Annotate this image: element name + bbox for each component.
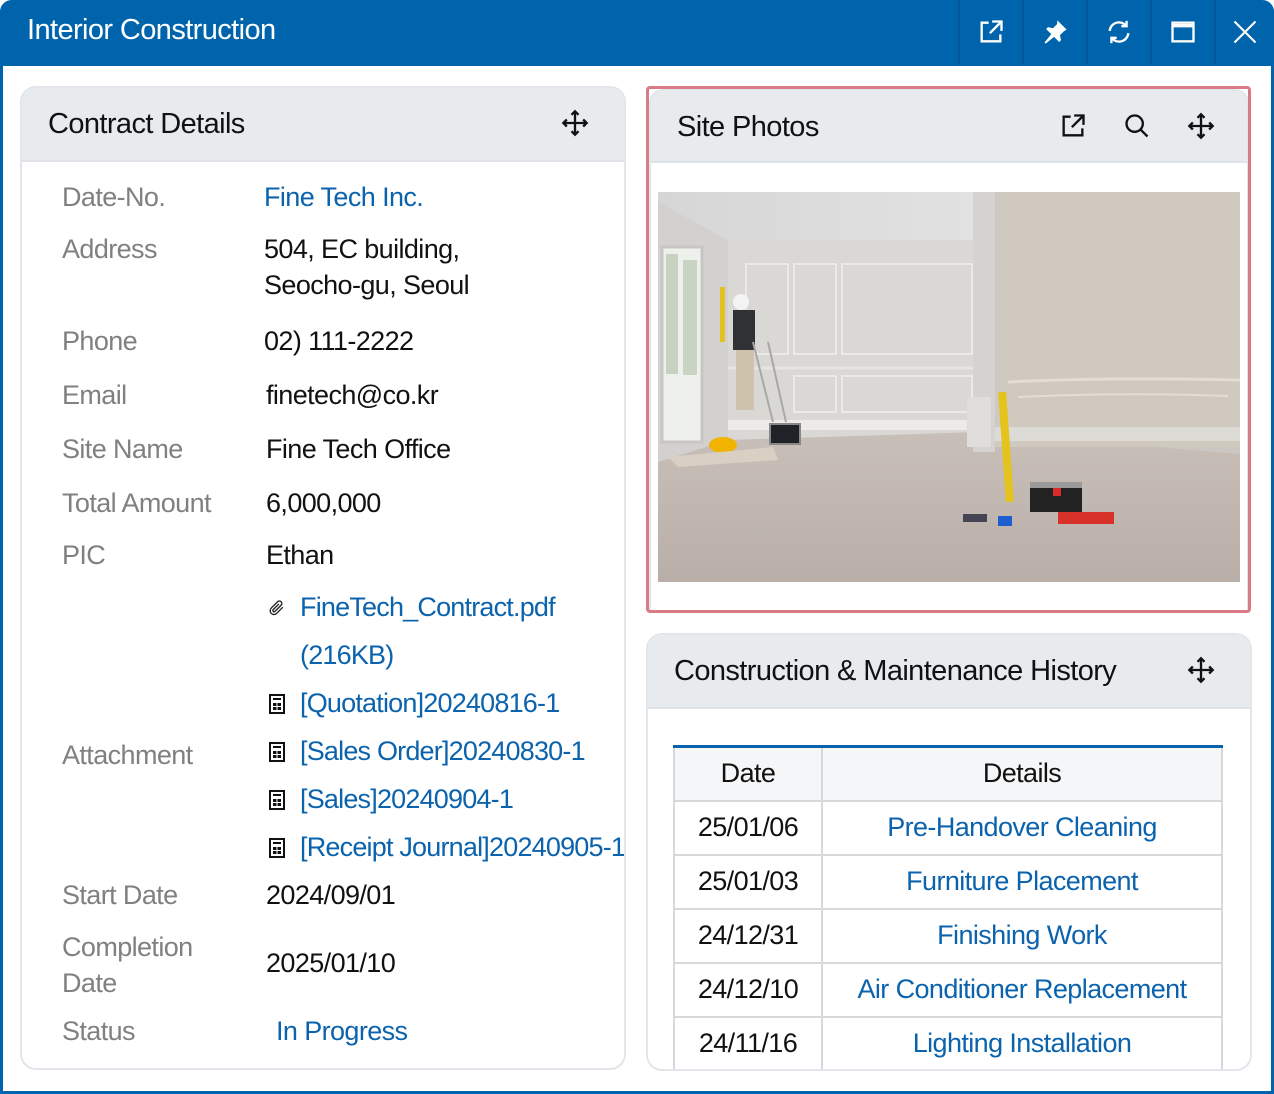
attachment-doc[interactable]: [Sales]20240904-1 — [266, 784, 514, 815]
open-external-icon — [1062, 114, 1085, 137]
field-value: 2025/01/10 — [266, 948, 396, 978]
table-row: 25/01/06 Pre-Handover Cleaning — [673, 799, 1223, 856]
title-bar: Interior Construction — [0, 0, 1274, 66]
field-value: Fine Tech Office — [266, 434, 451, 464]
refresh-icon — [1108, 20, 1130, 44]
history-date: 24/11/16 — [673, 1015, 823, 1069]
document-link[interactable]: [Receipt Journal]20240905-1 — [300, 832, 624, 863]
field-label: Site Name — [62, 434, 183, 464]
field-value: Ethan — [266, 540, 334, 570]
site-photo[interactable] — [658, 192, 1240, 582]
site-photo-illustration — [658, 192, 1240, 582]
attachment-file-size-row: (216KB) — [266, 640, 394, 671]
status-link[interactable]: In Progress — [276, 1016, 408, 1047]
maximize-button[interactable] — [1150, 0, 1214, 64]
column-header-details[interactable]: Details — [821, 746, 1223, 802]
calculator-doc-icon — [266, 789, 288, 810]
field-value: 2024/09/01 — [266, 880, 396, 910]
field-label: Attachment — [62, 740, 193, 770]
paperclip-icon — [266, 597, 288, 619]
panel-header: Contract Details — [22, 88, 624, 162]
move-icon — [561, 109, 589, 137]
history-table: Date Details 25/01/06 Pre-Handover Cleani… — [673, 745, 1223, 1069]
move-handle[interactable] — [560, 108, 590, 138]
field-value: finetech@co.kr — [266, 380, 439, 410]
attachment-file[interactable]: FineTech_Contract.pdf — [266, 592, 556, 623]
field-label: Total Amount — [62, 488, 212, 518]
document-link[interactable]: [Quotation]20240816-1 — [300, 688, 560, 719]
table-row: 25/01/03 Furniture Placement — [673, 853, 1223, 910]
close-icon — [1233, 20, 1257, 44]
company-link[interactable]: Fine Tech Inc. — [264, 182, 424, 213]
history-details-link[interactable]: Finishing Work — [821, 907, 1223, 964]
panel-header: Construction & Maintenance History — [648, 635, 1250, 709]
window-title: Interior Construction — [27, 14, 276, 46]
column-header-date[interactable]: Date — [673, 746, 823, 802]
open-external-icon — [980, 20, 1003, 43]
history-date: 25/01/06 — [673, 799, 823, 856]
attachment-doc[interactable]: [Receipt Journal]20240905-1 — [266, 832, 624, 863]
table-row: 24/12/31 Finishing Work — [673, 907, 1223, 964]
attachment-file-name[interactable]: FineTech_Contract.pdf — [300, 592, 556, 623]
history-details-link[interactable]: Air Conditioner Replacement — [821, 961, 1223, 1018]
field-value: 02) 111-2222 — [264, 326, 414, 356]
field-label: Start Date — [62, 880, 178, 910]
history-table-body: 25/01/06 Pre-Handover Cleaning 25/01/03 Fur… — [673, 799, 1223, 1069]
table-row: 24/12/10 Air Conditioner Replacement — [673, 961, 1223, 1018]
attachment-doc[interactable]: [Sales Order]20240830-1 — [266, 736, 586, 767]
document-link[interactable]: [Sales Order]20240830-1 — [300, 736, 586, 767]
pin-button[interactable] — [1022, 0, 1086, 64]
search-icon — [1125, 114, 1149, 138]
history-panel: Construction & Maintenance History Date … — [646, 633, 1252, 1071]
field-label: Completion — [62, 932, 193, 962]
calculator-doc-icon — [266, 741, 288, 762]
calculator-doc-icon — [266, 693, 288, 714]
document-link[interactable]: [Sales]20240904-1 — [300, 784, 514, 815]
field-value: 6,000,000 — [266, 488, 381, 518]
attachment-doc[interactable]: [Quotation]20240816-1 — [266, 688, 560, 719]
field-label: Date — [62, 968, 117, 998]
table-row: 24/11/16 Lighting Installation — [673, 1015, 1223, 1069]
move-handle[interactable] — [1186, 111, 1216, 141]
field-label: Status — [62, 1016, 136, 1046]
pin-icon — [1044, 20, 1067, 44]
open-external-button[interactable] — [1058, 111, 1088, 141]
panel-title: Contract Details — [48, 108, 245, 140]
open-external-button[interactable] — [958, 0, 1022, 64]
field-value: Seocho-gu, Seoul — [264, 270, 470, 300]
panel-header: Site Photos — [651, 91, 1247, 163]
maximize-icon — [1171, 21, 1195, 43]
history-details-link[interactable]: Furniture Placement — [821, 853, 1223, 910]
field-label: Address — [62, 234, 157, 264]
panel-title: Construction & Maintenance History — [674, 655, 1117, 687]
table-header-row: Date Details — [673, 746, 1223, 802]
history-details-link[interactable]: Pre-Handover Cleaning — [821, 799, 1223, 856]
history-details-link[interactable]: Lighting Installation — [821, 1015, 1223, 1069]
window-controls — [958, 0, 1274, 64]
history-date: 24/12/10 — [673, 961, 823, 1018]
field-label: Phone — [62, 326, 138, 356]
zoom-button[interactable] — [1122, 111, 1152, 141]
attachment-file-size[interactable]: (216KB) — [300, 640, 394, 671]
move-icon — [1187, 656, 1215, 684]
refresh-button[interactable] — [1086, 0, 1150, 64]
calculator-doc-icon — [266, 837, 288, 858]
move-handle[interactable] — [1186, 655, 1216, 685]
contract-details-panel: Contract Details Date-No. Fine Tech Inc.… — [20, 86, 626, 1070]
field-label: Date-No. — [62, 182, 166, 212]
field-label: Email — [62, 380, 127, 410]
site-photos-panel: Site Photos — [649, 89, 1249, 610]
history-date: 25/01/03 — [673, 853, 823, 910]
field-value: 504, EC building, — [264, 234, 460, 264]
history-date: 24/12/31 — [673, 907, 823, 964]
panel-title: Site Photos — [677, 111, 819, 143]
field-label: PIC — [62, 540, 106, 570]
move-icon — [1187, 112, 1215, 140]
close-button[interactable] — [1214, 0, 1274, 64]
